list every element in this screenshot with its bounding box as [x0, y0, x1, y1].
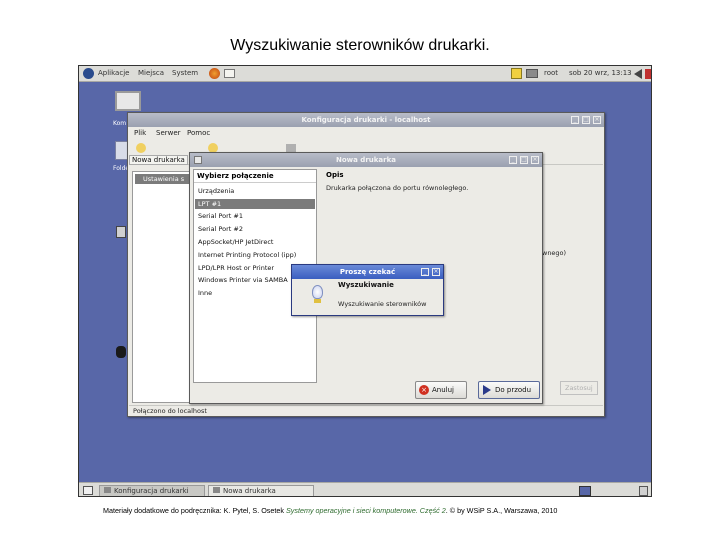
printer-task-icon — [213, 487, 220, 493]
minimize-icon[interactable]: _ — [509, 156, 517, 164]
top-panel: Aplikacje Miejsca System root sob 20 wrz… — [79, 66, 651, 82]
volume-icon[interactable] — [634, 69, 642, 79]
menu-system[interactable]: System — [172, 69, 198, 77]
connection-header: Wybierz połączenie — [194, 170, 316, 183]
cancel-icon: × — [419, 385, 429, 395]
close-icon[interactable]: × — [531, 156, 539, 164]
close-icon[interactable]: × — [593, 116, 601, 124]
status-text: Połączono do localhost — [133, 407, 207, 415]
refresh-toolbar-icon[interactable] — [286, 144, 296, 152]
desktop-screenshot: Aplikacje Miejsca System root sob 20 wrz… — [78, 65, 652, 497]
computer-icon[interactable] — [115, 91, 141, 111]
penguin-icon[interactable] — [116, 346, 126, 358]
description-header: Opis — [326, 171, 344, 179]
mail-launcher-icon[interactable] — [224, 69, 235, 78]
new-printer-tab[interactable]: Nowa drukarka — [129, 155, 188, 165]
connection-item[interactable]: Serial Port #2 — [195, 224, 315, 234]
network-icon[interactable] — [526, 69, 538, 78]
footer: Materiały dodatkowe do podręcznika: K. P… — [103, 506, 557, 515]
maximize-icon[interactable]: □ — [582, 116, 590, 124]
status-bar: Połączono do localhost — [129, 405, 603, 416]
forward-arrow-icon — [483, 385, 491, 395]
task-printer-config-label: Konfiguracja drukarki — [114, 487, 189, 495]
workspace-switcher[interactable] — [579, 486, 591, 496]
footer-suffix: . © by WSiP S.A., Warszawa, 2010 — [445, 506, 558, 515]
menu-help[interactable]: Pomoc — [187, 129, 210, 137]
forward-button[interactable]: Do przodu — [478, 381, 540, 399]
menu-file[interactable]: Plik — [134, 129, 146, 137]
lightbulb-base-icon — [314, 299, 321, 303]
clock[interactable]: sob 20 wrz, 13:13 — [569, 69, 632, 77]
forward-label: Do przodu — [495, 386, 532, 394]
notes-icon[interactable] — [511, 68, 522, 79]
footer-prefix: Materiały dodatkowe do podręcznika: K. P… — [103, 506, 284, 515]
task-printer-config[interactable]: Konfiguracja drukarki — [99, 485, 205, 496]
maximize-icon[interactable]: □ — [520, 156, 528, 164]
user-name: root — [544, 69, 559, 77]
bottom-panel: Konfiguracja drukarki Nowa drukarka — [79, 482, 651, 496]
new-printer-titlebar[interactable]: Nowa drukarka — [190, 153, 542, 167]
connection-item[interactable]: LPT #1 — [195, 198, 315, 209]
footer-book-title: Systemy operacyjne i sieci komputerowe. … — [285, 506, 446, 515]
printer-window-icon — [194, 156, 202, 164]
distro-logo-icon[interactable] — [83, 68, 94, 79]
new-printer-toolbar-icon[interactable] — [136, 143, 146, 153]
menu-places[interactable]: Miejsca — [138, 69, 164, 77]
task-new-printer[interactable]: Nowa drukarka — [208, 485, 314, 496]
connection-item[interactable]: Urządzenia — [195, 186, 315, 196]
close-icon[interactable]: × — [432, 268, 440, 276]
computer-icon-label: Kom — [113, 120, 127, 127]
slide-title: Wyszukiwanie sterowników drukarki. — [230, 37, 490, 54]
please-wait-dialog: Proszę czekać _ × Wyszukiwanie Wyszukiwa… — [291, 264, 444, 316]
description-fragment: wnego) — [542, 249, 567, 257]
lightbulb-icon — [312, 285, 323, 299]
show-desktop-icon[interactable] — [83, 486, 93, 495]
menu-server[interactable]: Serwer — [156, 129, 181, 137]
minimize-icon[interactable]: _ — [421, 268, 429, 276]
trash-applet-icon[interactable] — [639, 486, 648, 496]
menu-applications[interactable]: Aplikacje — [98, 69, 129, 77]
tree-item-settings[interactable]: Ustawienia s — [135, 174, 193, 184]
description-text: Drukarka połączona do portu równoległego… — [326, 184, 469, 192]
printer-task-icon — [104, 487, 111, 493]
firefox-launcher-icon[interactable] — [209, 68, 220, 79]
printer-config-titlebar[interactable]: Konfiguracja drukarki - localhost — [128, 113, 604, 127]
connection-item[interactable]: AppSocket/HP JetDirect — [195, 237, 315, 247]
printer-tree[interactable]: Ustawienia s — [132, 171, 196, 403]
cancel-label: Anuluj — [432, 386, 454, 394]
trash-icon[interactable] — [116, 226, 126, 238]
wait-heading: Wyszukiwanie — [338, 281, 394, 289]
minimize-icon[interactable]: _ — [571, 116, 579, 124]
wait-message: Wyszukiwanie sterowników — [338, 300, 427, 308]
connection-item[interactable]: Internet Printing Protocol (ipp) — [195, 250, 315, 260]
apply-button[interactable]: Zastosuj — [560, 381, 598, 395]
exit-icon[interactable] — [645, 69, 651, 79]
connection-item[interactable]: Serial Port #1 — [195, 211, 315, 221]
cancel-button[interactable]: × Anuluj — [415, 381, 467, 399]
task-new-printer-label: Nowa drukarka — [223, 487, 276, 495]
